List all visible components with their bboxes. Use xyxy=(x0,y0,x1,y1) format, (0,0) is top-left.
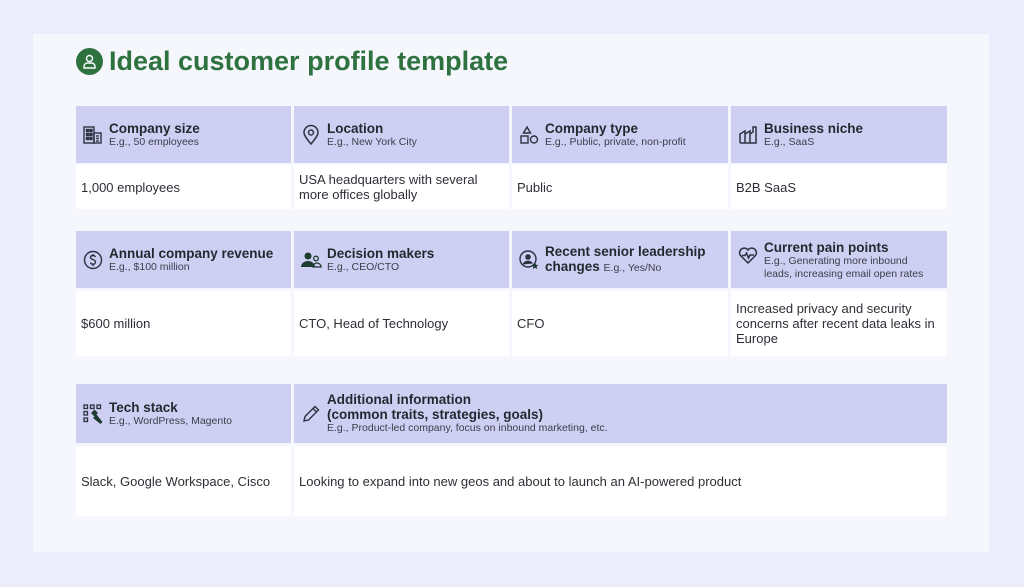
user-profile-icon xyxy=(76,47,103,75)
dollar-circle-icon xyxy=(82,249,104,271)
field-label: Company size xyxy=(109,120,200,136)
field-label: Company type xyxy=(545,120,639,136)
value-company-size: 1,000 employees xyxy=(76,165,291,209)
value-pain-points: Increased privacy and security concerns … xyxy=(731,291,947,356)
field-example: E.g., WordPress, Magento xyxy=(109,414,232,427)
field-example-continued: leads, increasing email open rates xyxy=(764,268,924,280)
field-label: Additional information xyxy=(327,392,471,407)
building-icon xyxy=(82,124,104,146)
pencil-icon xyxy=(300,403,322,425)
tech-tools-icon xyxy=(82,403,104,425)
field-example: E.g., Yes/No xyxy=(603,261,662,274)
field-label: Location xyxy=(327,120,384,136)
value-business-niche: B2B SaaS xyxy=(731,165,947,209)
field-example: E.g., Product-led company, focus on inbo… xyxy=(327,422,608,434)
value-company-type: Public xyxy=(512,165,728,209)
value-annual-revenue: $600 million xyxy=(76,291,291,356)
field-label: Annual company revenue xyxy=(109,245,274,261)
header-decision-makers: Decision makers E.g., CEO/CTO xyxy=(294,231,509,288)
field-example: E.g., $100 million xyxy=(109,260,190,273)
field-label: Decision makers xyxy=(327,245,435,261)
field-label: Recent senior leadership xyxy=(545,243,706,259)
field-example: E.g., SaaS xyxy=(764,135,815,148)
field-example: E.g., New York City xyxy=(327,135,417,148)
header-leadership-changes: Recent senior leadership changes E.g., Y… xyxy=(512,231,728,288)
value-additional-info: Looking to expand into new geos and abou… xyxy=(294,446,947,516)
title-text: Ideal customer profile template xyxy=(109,45,509,76)
field-label-continued: (common traits, strategies, goals) xyxy=(327,407,544,422)
field-label: Current pain points xyxy=(764,240,889,255)
header-additional-info: Additional information (common traits, s… xyxy=(294,384,947,443)
header-tech-stack: Tech stack E.g., WordPress, Magento xyxy=(76,384,291,443)
location-pin-icon xyxy=(300,124,322,146)
heart-pulse-icon xyxy=(737,244,759,266)
header-business-niche: Business niche E.g., SaaS xyxy=(731,106,947,163)
value-decision-makers: CTO, Head of Technology xyxy=(294,291,509,356)
shapes-icon xyxy=(518,124,540,146)
header-company-size: Company size E.g., 50 employees xyxy=(76,106,291,163)
value-tech-stack: Slack, Google Workspace, Cisco xyxy=(76,446,291,516)
factory-icon xyxy=(737,124,759,146)
field-label-continued: changes xyxy=(545,258,600,274)
user-star-icon xyxy=(518,249,540,271)
field-example: E.g., Generating more inbound xyxy=(764,255,908,267)
field-label: Tech stack xyxy=(109,399,178,415)
value-leadership-changes: CFO xyxy=(512,291,728,356)
header-location: Location E.g., New York City xyxy=(294,106,509,163)
header-pain-points: Current pain points E.g., Generating mor… xyxy=(731,231,947,288)
field-label-line2: changes E.g., Yes/No xyxy=(545,259,706,276)
header-annual-revenue: Annual company revenue E.g., $100 millio… xyxy=(76,231,291,288)
field-label: Business niche xyxy=(764,120,864,136)
field-example: E.g., CEO/CTO xyxy=(327,260,400,273)
header-company-type: Company type E.g., Public, private, non-… xyxy=(512,106,728,163)
page-title: Ideal customer profile template xyxy=(76,44,508,78)
field-example: E.g., Public, private, non-profit xyxy=(545,135,686,148)
value-location: USA headquarters with several more offic… xyxy=(294,165,509,209)
people-icon xyxy=(300,249,322,271)
field-example: E.g., 50 employees xyxy=(109,135,199,148)
